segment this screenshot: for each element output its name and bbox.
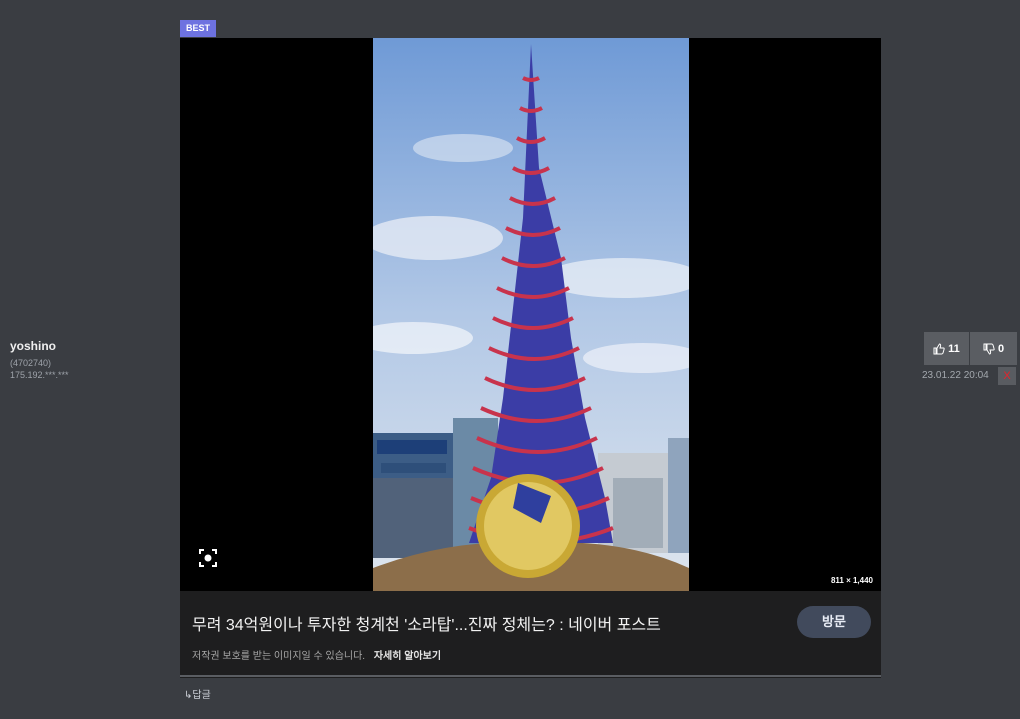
reply-link[interactable]: ↳답글 [184, 686, 211, 701]
downvote-count: 0 [997, 342, 1005, 355]
copyright-text: 저작권 보호를 받는 이미지일 수 있습니다. [192, 651, 366, 662]
card-divider [180, 675, 881, 677]
image-preview-card: 811 × 1,440 무려 34억원이나 투자한 청계천 '소라탑'...진짜… [180, 38, 881, 678]
upvote-count: 11 [948, 342, 960, 355]
result-title[interactable]: 무려 34억원이나 투자한 청계천 '소라탑'...진짜 정체는? : 네이버 … [192, 611, 782, 635]
vote-buttons: 11 0 [924, 332, 1017, 365]
lens-icon[interactable] [197, 547, 219, 569]
thumbs-down-icon [983, 343, 995, 355]
downvote-button[interactable]: 0 [970, 332, 1017, 365]
comment-timestamp: 23.01.22 20:04 [922, 370, 989, 381]
comment-author: yoshino (4702740) 175.192.***.*** [10, 339, 69, 381]
learn-more-link[interactable]: 자세히 알아보기 [374, 651, 441, 662]
upvote-button[interactable]: 11 [924, 332, 969, 365]
copyright-notice: 저작권 보호를 받는 이미지일 수 있습니다. 자세히 알아보기 [192, 647, 441, 662]
spiral-tower-photo[interactable] [373, 38, 689, 591]
image-dimensions: 811 × 1,440 [826, 574, 877, 587]
visit-button[interactable]: 방문 [797, 606, 871, 638]
author-id: (4702740) [10, 358, 52, 368]
image-viewer: 811 × 1,440 [180, 38, 881, 591]
author-ip: 175.192.***.*** [10, 370, 69, 380]
photo-illustration [373, 38, 689, 591]
thumbs-up-icon [933, 342, 945, 354]
delete-button[interactable]: X [998, 367, 1016, 385]
best-badge: BEST [180, 20, 216, 37]
author-name[interactable]: yoshino [10, 339, 69, 353]
